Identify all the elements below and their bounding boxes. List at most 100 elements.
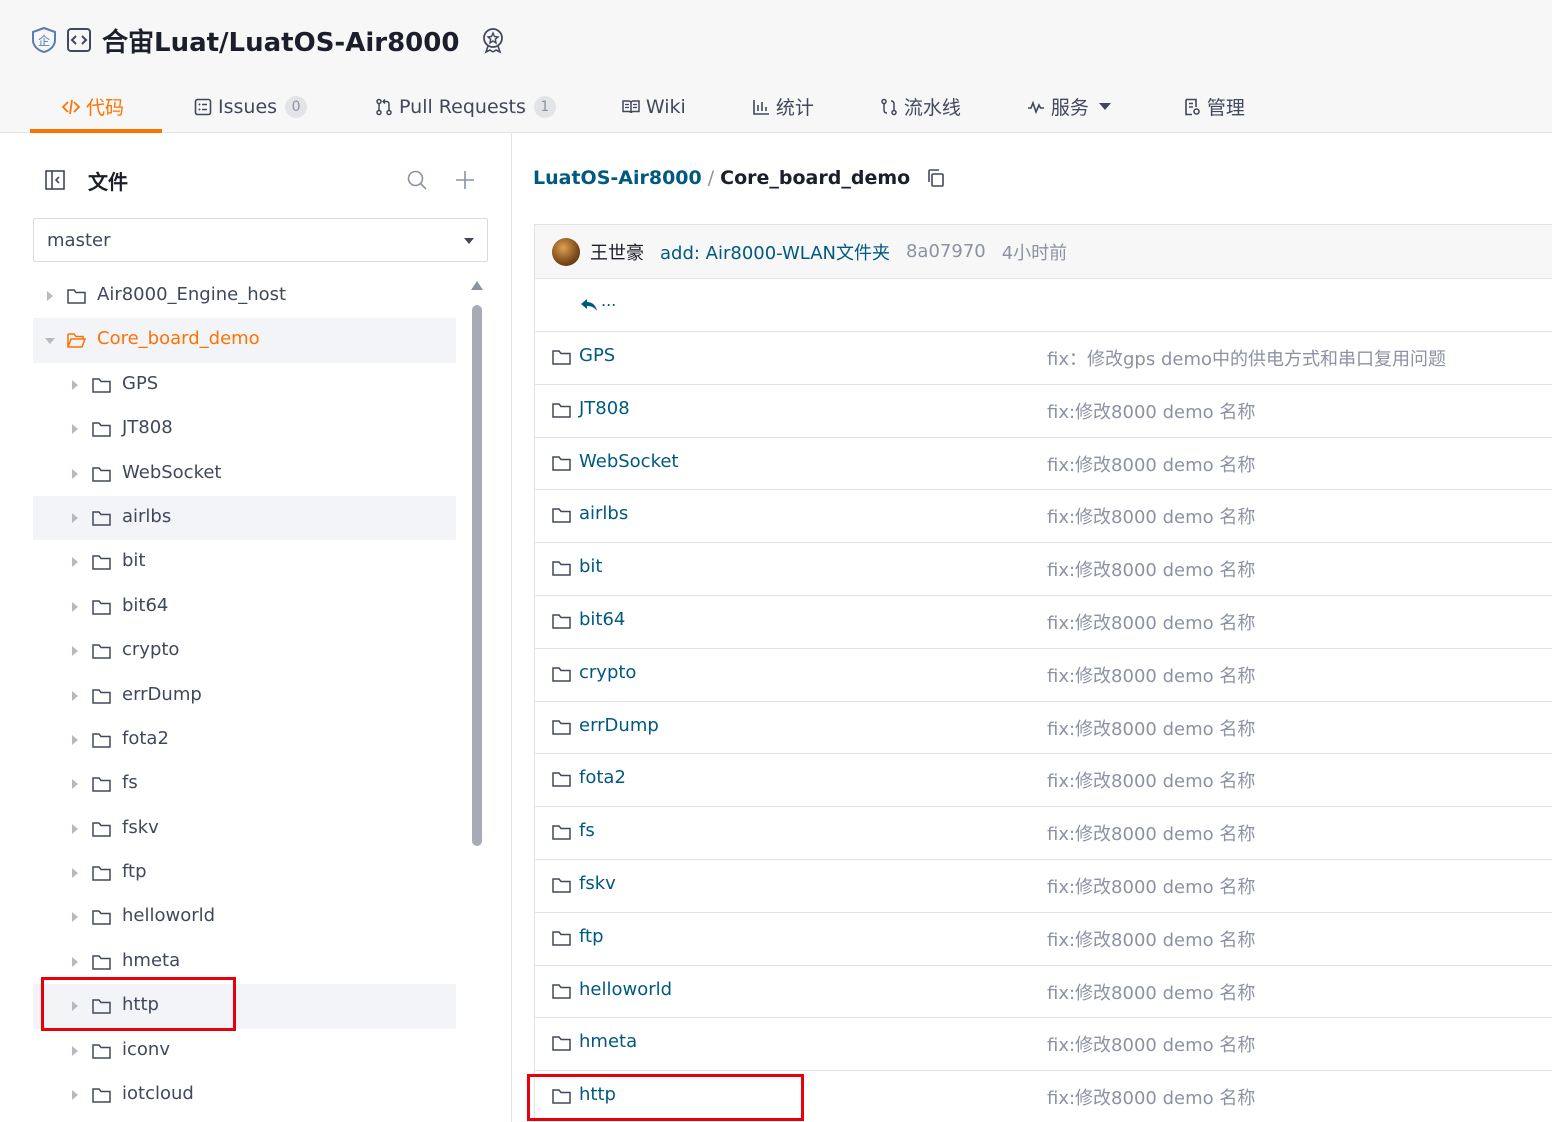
file-commit-message[interactable]: fix:修改8000 demo 名称 [1047, 662, 1255, 688]
caret-right-icon[interactable] [72, 912, 78, 923]
file-name-link[interactable]: JT808 [579, 398, 630, 419]
file-row[interactable]: fota2 fix:修改8000 demo 名称 [535, 754, 1552, 808]
branch-select[interactable]: master [33, 218, 488, 262]
tree-item-websocket[interactable]: WebSocket [33, 452, 456, 496]
author-avatar[interactable] [552, 237, 580, 266]
file-name-link[interactable]: airlbs [579, 503, 628, 524]
file-commit-message[interactable]: fix:修改8000 demo 名称 [1047, 767, 1255, 793]
file-commit-message[interactable]: fix:修改8000 demo 名称 [1047, 451, 1255, 477]
tree-item-air8000-engine-host[interactable]: Air8000_Engine_host [33, 274, 456, 318]
caret-right-icon[interactable] [72, 468, 78, 479]
caret-right-icon[interactable] [72, 690, 78, 701]
tree-item-jt808[interactable]: JT808 [33, 407, 456, 451]
add-file-icon[interactable] [454, 169, 476, 191]
collapse-panel-icon[interactable] [44, 169, 66, 191]
file-name-link[interactable]: GPS [579, 345, 615, 366]
caret-right-icon[interactable] [72, 424, 78, 435]
tab-services[interactable]: 服务 [1027, 80, 1111, 133]
caret-right-icon[interactable] [72, 557, 78, 568]
tree-item-fota2[interactable]: fota2 [33, 718, 456, 762]
tree-item-iotcloud[interactable]: iotcloud [33, 1073, 456, 1117]
caret-down-icon[interactable] [45, 338, 55, 345]
tree-item-core-board-demo[interactable]: Core_board_demo [33, 318, 456, 363]
file-commit-message[interactable]: fix:修改8000 demo 名称 [1047, 556, 1255, 582]
file-commit-message[interactable]: fix:修改8000 demo 名称 [1047, 398, 1255, 424]
file-row[interactable]: WebSocket fix:修改8000 demo 名称 [535, 438, 1552, 491]
breadcrumb-root-link[interactable]: LuatOS-Air8000 [533, 167, 702, 189]
file-commit-message[interactable]: fix:修改8000 demo 名称 [1047, 926, 1255, 952]
tree-item-iconv[interactable]: iconv [33, 1029, 456, 1073]
parent-directory-row[interactable]: ... [535, 279, 1552, 332]
file-name-link[interactable]: bit64 [579, 609, 625, 630]
file-row[interactable]: hmeta fix:修改8000 demo 名称 [535, 1018, 1552, 1072]
file-row[interactable]: fskv fix:修改8000 demo 名称 [535, 860, 1552, 913]
file-row[interactable]: bit64 fix:修改8000 demo 名称 [535, 596, 1552, 649]
file-name-link[interactable]: fskv [579, 873, 616, 894]
file-name-link[interactable]: helloworld [579, 979, 672, 1000]
caret-right-icon[interactable] [72, 734, 78, 745]
file-row[interactable]: crypto fix:修改8000 demo 名称 [535, 649, 1552, 702]
tree-item-bit64[interactable]: bit64 [33, 585, 456, 629]
tab-stats[interactable]: 统计 [752, 80, 814, 133]
file-commit-message[interactable]: fix:修改8000 demo 名称 [1047, 503, 1255, 529]
tab-wiki[interactable]: Wiki [622, 80, 686, 133]
repo-title[interactable]: 合宙Luat/LuatOS-Air8000 [102, 22, 459, 59]
file-name-link[interactable]: WebSocket [579, 451, 679, 472]
file-row[interactable]: ftp fix:修改8000 demo 名称 [535, 913, 1552, 966]
tab-issues[interactable]: Issues 0 [194, 80, 308, 133]
file-commit-message[interactable]: fix:修改8000 demo 名称 [1047, 979, 1255, 1005]
file-row[interactable]: bit fix:修改8000 demo 名称 [535, 543, 1552, 596]
file-name-link[interactable]: bit [579, 556, 602, 577]
file-row[interactable]: GPS fix：修改gps demo中的供电方式和串口复用问题 [535, 332, 1552, 385]
scrollbar-thumb[interactable] [472, 305, 482, 846]
caret-right-icon[interactable] [72, 379, 78, 390]
file-name-link[interactable]: crypto [579, 662, 636, 683]
commit-message-link[interactable]: add: Air8000-WLAN文件夹 [660, 239, 890, 265]
tree-item-crypto[interactable]: crypto [33, 629, 456, 673]
caret-right-icon[interactable] [72, 779, 78, 790]
file-commit-message[interactable]: fix:修改8000 demo 名称 [1047, 715, 1255, 741]
file-name-link[interactable]: fota2 [579, 767, 626, 788]
tab-manage[interactable]: 管理 [1183, 80, 1245, 133]
file-name-link[interactable]: ftp [579, 926, 604, 947]
file-commit-message[interactable]: fix:修改8000 demo 名称 [1047, 873, 1255, 899]
sidebar-scrollbar[interactable] [469, 281, 485, 1122]
tree-item-fs[interactable]: fs [33, 762, 456, 806]
file-row[interactable]: helloworld fix:修改8000 demo 名称 [535, 966, 1552, 1019]
file-commit-message[interactable]: fix:修改8000 demo 名称 [1047, 820, 1255, 846]
file-row[interactable]: JT808 fix:修改8000 demo 名称 [535, 385, 1552, 438]
caret-right-icon[interactable] [72, 601, 78, 612]
tree-item-gps[interactable]: GPS [33, 363, 456, 407]
file-commit-message[interactable]: fix:修改8000 demo 名称 [1047, 609, 1255, 635]
file-name-link[interactable]: errDump [579, 715, 659, 736]
caret-right-icon[interactable] [72, 1090, 78, 1101]
file-row[interactable]: airlbs fix:修改8000 demo 名称 [535, 490, 1552, 544]
file-row[interactable]: fs fix:修改8000 demo 名称 [535, 807, 1552, 860]
search-icon[interactable] [406, 169, 428, 191]
copy-path-icon[interactable] [926, 168, 946, 188]
file-row[interactable]: errDump fix:修改8000 demo 名称 [535, 702, 1552, 755]
caret-right-icon[interactable] [72, 1045, 78, 1056]
tab-pipeline[interactable]: 流水线 [880, 80, 961, 133]
file-commit-message[interactable]: fix:修改8000 demo 名称 [1047, 1084, 1255, 1110]
caret-right-icon[interactable] [72, 823, 78, 834]
commit-author[interactable]: 王世豪 [590, 239, 644, 265]
caret-right-icon[interactable] [72, 512, 78, 523]
tab-code[interactable]: 代码 [30, 80, 162, 133]
scroll-up-arrow-icon[interactable] [471, 281, 483, 290]
tree-item-airlbs[interactable]: airlbs [33, 495, 456, 541]
tree-item-fskv[interactable]: fskv [33, 807, 456, 851]
tree-item-ftp[interactable]: ftp [33, 851, 456, 895]
file-commit-message[interactable]: fix:修改8000 demo 名称 [1047, 1031, 1255, 1057]
file-name-link[interactable]: fs [579, 820, 595, 841]
tree-item-errdump[interactable]: errDump [33, 674, 456, 718]
caret-right-icon[interactable] [72, 956, 78, 967]
tree-item-helloworld[interactable]: helloworld [33, 895, 456, 939]
tab-pull-requests[interactable]: Pull Requests 1 [375, 80, 556, 133]
file-name-link[interactable]: hmeta [579, 1031, 637, 1052]
caret-right-icon[interactable] [72, 646, 78, 657]
caret-right-icon[interactable] [47, 291, 53, 301]
caret-right-icon[interactable] [72, 868, 78, 879]
file-commit-message[interactable]: fix：修改gps demo中的供电方式和串口复用问题 [1047, 345, 1446, 371]
commit-sha[interactable]: 8a07970 [906, 241, 986, 262]
